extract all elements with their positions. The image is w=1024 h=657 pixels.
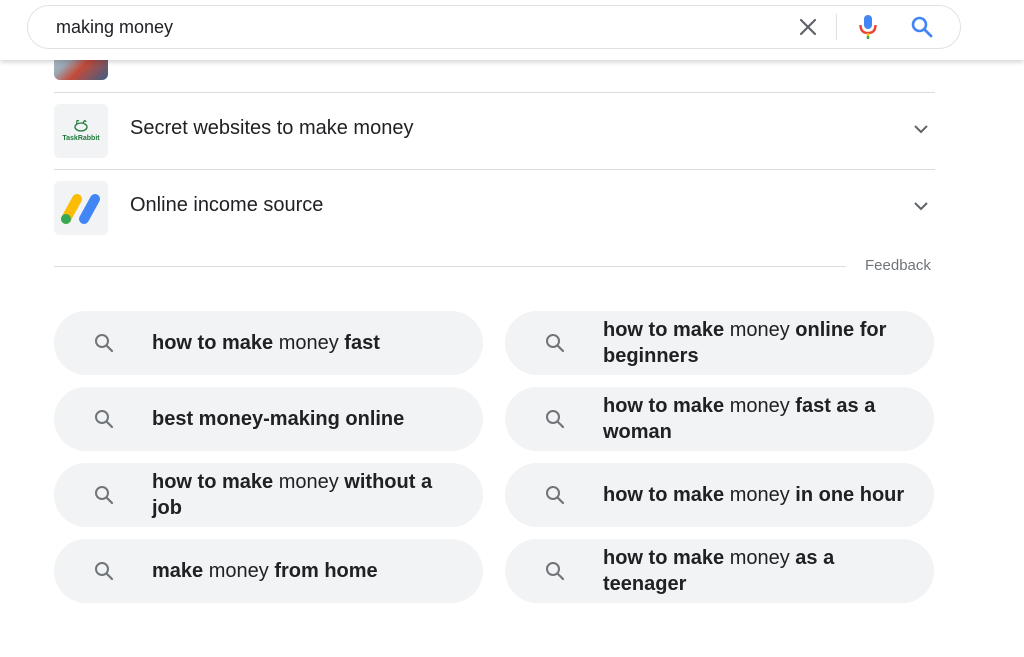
related-search-chip[interactable]: how to make money as a teenager bbox=[505, 539, 934, 603]
voice-search-button[interactable] bbox=[852, 6, 884, 48]
svg-text:TaskRabbit: TaskRabbit bbox=[62, 135, 100, 142]
related-search-chip[interactable]: make money from home bbox=[54, 539, 483, 603]
related-search-text: how to make money online for beginners bbox=[603, 311, 913, 375]
plain-term: money bbox=[273, 471, 345, 493]
chevron-down-icon[interactable] bbox=[913, 198, 929, 214]
google-ads-icon bbox=[54, 181, 108, 235]
feedback-link[interactable]: Feedback bbox=[865, 257, 931, 274]
search-icon bbox=[95, 562, 114, 581]
close-icon bbox=[799, 18, 817, 36]
search-icon bbox=[546, 562, 565, 581]
search-icon bbox=[546, 410, 565, 429]
bold-term: best money-making online bbox=[152, 408, 405, 430]
plain-term: money bbox=[724, 484, 796, 506]
related-search-chip[interactable]: how to make money fast bbox=[54, 311, 483, 375]
google-ads-logo bbox=[54, 181, 108, 235]
related-search-chip[interactable]: how to make money online for beginners bbox=[505, 311, 934, 375]
bold-term: how to make bbox=[603, 547, 725, 569]
microphone-icon bbox=[859, 15, 877, 39]
bold-term: how to make bbox=[152, 332, 274, 354]
bold-term: how to make bbox=[603, 484, 725, 506]
plain-term: money bbox=[724, 395, 796, 417]
search-header bbox=[0, 0, 1024, 60]
plain-term: money bbox=[273, 332, 345, 354]
search-submit-button[interactable] bbox=[906, 6, 938, 48]
related-search-text: best money-making online bbox=[152, 387, 462, 451]
search-divider bbox=[836, 14, 837, 40]
related-search-chip[interactable]: how to make money without a job bbox=[54, 463, 483, 527]
taskrabbit-logo: TaskRabbit bbox=[54, 104, 108, 158]
bold-term: from home bbox=[274, 560, 378, 582]
bold-term: in one hour bbox=[795, 484, 905, 506]
search-icon bbox=[911, 16, 933, 38]
search-icon bbox=[95, 334, 114, 353]
plain-term: money bbox=[724, 547, 796, 569]
plain-term: money bbox=[724, 319, 796, 341]
clear-button[interactable] bbox=[790, 6, 826, 48]
bold-term: how to make bbox=[603, 395, 725, 417]
search-icon bbox=[546, 486, 565, 505]
related-search-text: how to make money as a teenager bbox=[603, 539, 913, 603]
search-input[interactable] bbox=[56, 6, 756, 48]
bold-term: fast bbox=[344, 332, 380, 354]
plain-term: money bbox=[203, 560, 275, 582]
related-search-text: how to make money in one hour bbox=[603, 463, 913, 527]
taskrabbit-logo-icon: TaskRabbit bbox=[54, 104, 108, 158]
related-search-chip[interactable]: best money-making online bbox=[54, 387, 483, 451]
related-search-text: how to make money fast bbox=[152, 311, 462, 375]
bold-term: how to make bbox=[603, 319, 725, 341]
bold-term: how to make bbox=[152, 471, 274, 493]
result-label: Secret websites to make money bbox=[130, 117, 414, 139]
search-icon bbox=[95, 486, 114, 505]
result-row-online-income[interactable]: Online income source bbox=[54, 169, 935, 246]
related-search-chip[interactable]: how to make money in one hour bbox=[505, 463, 934, 527]
related-search-text: make money from home bbox=[152, 539, 462, 603]
related-search-text: how to make money fast as a woman bbox=[603, 387, 913, 451]
result-label: Online income source bbox=[130, 194, 324, 216]
bold-term: make bbox=[152, 560, 204, 582]
related-search-chip[interactable]: how to make money fast as a woman bbox=[505, 387, 934, 451]
feedback-divider bbox=[54, 266, 846, 267]
search-icon bbox=[95, 410, 114, 429]
related-search-text: how to make money without a job bbox=[152, 463, 462, 527]
result-row-secret-websites[interactable]: TaskRabbit Secret websites to make money bbox=[54, 92, 935, 169]
search-box bbox=[27, 5, 961, 49]
search-icon bbox=[546, 334, 565, 353]
chevron-down-icon[interactable] bbox=[913, 121, 929, 137]
